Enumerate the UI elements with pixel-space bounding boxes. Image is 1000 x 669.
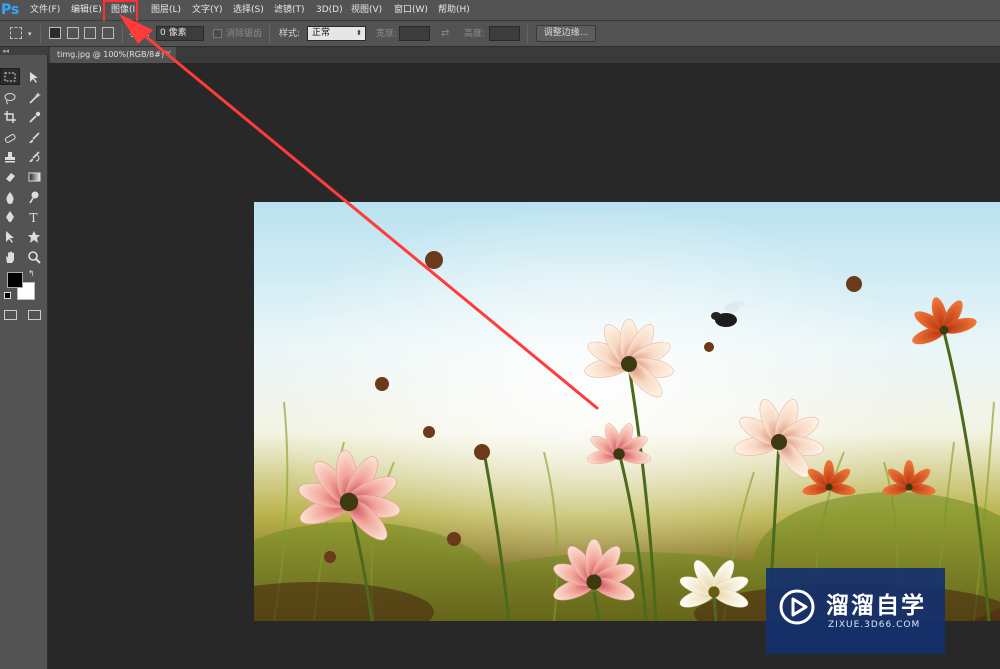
clone-stamp-icon xyxy=(5,151,15,162)
clone-stamp-tool-icon[interactable] xyxy=(0,148,20,165)
menu-window[interactable]: 窗口(W) xyxy=(394,0,428,21)
play-logo-icon xyxy=(779,589,815,625)
spot-healing-brush-icon xyxy=(4,133,16,143)
style-select[interactable]: 正常 ⬍ xyxy=(307,26,366,41)
options-bar: ▾ 羽化: 0 像素 消除锯齿 样式: 正常 ⬍ 宽度: ⇄ 高度: 调整边缘.… xyxy=(0,21,1000,47)
watermark-title: 溜溜自学 xyxy=(826,593,926,619)
rectangular-marquee-icon xyxy=(4,72,16,81)
quick-mask-icon[interactable] xyxy=(4,310,17,320)
hand-icon xyxy=(6,251,14,263)
feather-input[interactable]: 0 像素 xyxy=(156,26,204,41)
width-label: 宽度: xyxy=(376,29,398,39)
history-brush-tool-icon[interactable] xyxy=(24,148,44,165)
zoom-tool-icon[interactable] xyxy=(24,248,44,265)
lasso-tool-icon[interactable] xyxy=(0,89,20,106)
height-label: 高度: xyxy=(464,29,486,39)
path-selection-tool-icon[interactable] xyxy=(0,228,20,245)
dodge-icon xyxy=(29,191,39,203)
photoshop-logo: Ps xyxy=(1,2,20,18)
new-selection-icon[interactable] xyxy=(49,27,61,39)
menu-select[interactable]: 选择(S) xyxy=(233,0,264,21)
brush-tool-icon[interactable] xyxy=(24,129,44,146)
move-tool-icon[interactable] xyxy=(24,68,44,85)
screen-mode-icon[interactable] xyxy=(28,310,41,320)
spot-healing-brush-tool-icon[interactable] xyxy=(0,129,20,146)
marquee-tool-preset-icon[interactable] xyxy=(10,27,22,39)
path-selection-icon xyxy=(6,230,14,243)
move-icon xyxy=(30,71,38,83)
menu-file[interactable]: 文件(F) xyxy=(30,0,60,21)
menu-bar: Ps 文件(F) 编辑(E) 图像(I) 图层(L) 文字(Y) 选择(S) 滤… xyxy=(0,0,1000,24)
toolbox-collapse-grip[interactable]: ◂◂ xyxy=(0,47,48,55)
options-separator xyxy=(269,25,270,43)
zoom-icon xyxy=(28,250,41,264)
eraser-icon xyxy=(6,172,15,182)
photoshop-window: Ps 文件(F) 编辑(E) 图像(I) 图层(L) 文字(Y) 选择(S) 滤… xyxy=(0,0,1000,669)
preset-dropdown-arrow-icon[interactable]: ▾ xyxy=(28,21,32,47)
custom-shape-icon xyxy=(28,230,40,243)
brush-icon xyxy=(29,131,40,143)
crop-icon xyxy=(4,110,16,123)
swap-width-height-icon[interactable]: ⇄ xyxy=(441,21,449,47)
menu-filter[interactable]: 滤镜(T) xyxy=(274,0,305,21)
options-separator xyxy=(40,25,41,43)
document-tab-bar: timg.jpg @ 100%(RGB/8#) × xyxy=(48,47,1000,63)
pen-icon xyxy=(6,210,14,222)
close-icon[interactable]: × xyxy=(164,47,172,62)
history-brush-icon xyxy=(29,150,40,162)
flower-photo xyxy=(254,202,1000,621)
rectangular-marquee-tool-icon[interactable] xyxy=(0,68,20,85)
svg-text:T: T xyxy=(30,211,38,224)
swap-colors-icon[interactable]: ↰ xyxy=(28,269,35,278)
style-label: 样式: xyxy=(279,29,301,39)
gradient-tool-icon[interactable] xyxy=(24,168,44,185)
default-colors-icon[interactable] xyxy=(4,292,11,299)
hand-tool-icon[interactable] xyxy=(0,248,20,265)
menu-view[interactable]: 视图(V) xyxy=(351,0,382,21)
lasso-icon xyxy=(4,92,16,104)
eraser-tool-icon[interactable] xyxy=(0,168,20,185)
feather-label: 羽化: xyxy=(129,29,151,39)
chevron-down-icon: ⬍ xyxy=(356,29,362,37)
zixue-watermark: 溜溜自学 ZIXUE.3D66.COM xyxy=(766,568,945,654)
magic-wand-tool-icon[interactable] xyxy=(24,89,44,106)
menu-type[interactable]: 文字(Y) xyxy=(192,0,223,21)
eyedropper-icon xyxy=(29,111,41,123)
refine-edge-button[interactable]: 调整边缘... xyxy=(536,25,596,42)
antialias-checkbox[interactable] xyxy=(213,29,222,38)
blur-icon xyxy=(6,191,14,204)
watermark-url: ZIXUE.3D66.COM xyxy=(828,620,921,630)
intersect-selection-icon[interactable] xyxy=(102,27,114,39)
blur-tool-icon[interactable] xyxy=(0,188,20,205)
eyedropper-tool-icon[interactable] xyxy=(24,108,44,125)
document-tab-title: timg.jpg @ 100%(RGB/8#) xyxy=(57,50,165,59)
dodge-tool-icon[interactable] xyxy=(24,188,44,205)
options-separator xyxy=(122,25,123,43)
subtract-from-selection-icon[interactable] xyxy=(84,27,96,39)
gradient-icon xyxy=(28,172,41,181)
style-select-value: 正常 xyxy=(312,28,331,38)
pen-tool-icon[interactable] xyxy=(0,208,20,225)
magic-wand-icon xyxy=(29,91,41,104)
document-image[interactable] xyxy=(254,202,1000,621)
custom-shape-tool-icon[interactable] xyxy=(24,228,44,245)
menu-edit[interactable]: 编辑(E) xyxy=(71,0,102,21)
document-tab[interactable]: timg.jpg @ 100%(RGB/8#) × xyxy=(50,47,176,63)
antialias-label: 消除锯齿 xyxy=(226,29,263,39)
type-icon: T xyxy=(30,211,38,224)
toolbox-panel: ◂◂ T ↰ xyxy=(0,47,48,669)
height-input[interactable] xyxy=(489,26,520,41)
type-tool-icon[interactable]: T xyxy=(24,208,44,225)
options-separator xyxy=(527,25,528,43)
menu-3d[interactable]: 3D(D) xyxy=(316,0,343,21)
menu-help[interactable]: 帮助(H) xyxy=(438,0,470,21)
width-input[interactable] xyxy=(399,26,430,41)
foreground-color-swatch-front xyxy=(7,272,23,288)
menu-layer[interactable]: 图层(L) xyxy=(151,0,181,21)
crop-tool-icon[interactable] xyxy=(0,108,20,125)
add-to-selection-icon[interactable] xyxy=(67,27,79,39)
